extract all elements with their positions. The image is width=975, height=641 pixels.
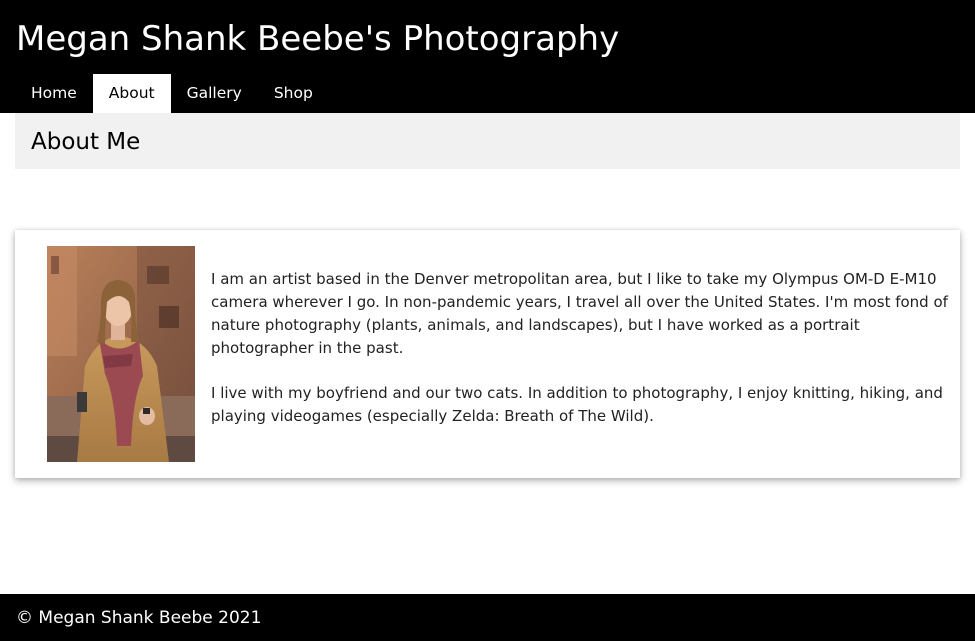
- nav-item-about[interactable]: About: [92, 74, 171, 113]
- site-header: Megan Shank Beebe's Photography Home Abo…: [0, 0, 975, 113]
- bio-paragraph: I live with my boyfriend and our two cat…: [211, 384, 943, 425]
- nav-item-shop[interactable]: Shop: [258, 74, 329, 113]
- bio-text: I am an artist based in the Denver metro…: [211, 268, 951, 450]
- main-nav: Home About Gallery Shop: [15, 74, 329, 113]
- nav-item-home[interactable]: Home: [15, 74, 93, 113]
- page-heading-bar: About Me: [15, 113, 960, 169]
- site-title: Megan Shank Beebe's Photography: [16, 19, 620, 59]
- copyright-text: © Megan Shank Beebe 2021: [16, 608, 262, 628]
- about-card: I am an artist based in the Denver metro…: [15, 230, 960, 478]
- bio-paragraph: I am an artist based in the Denver metro…: [211, 270, 948, 357]
- site-footer: © Megan Shank Beebe 2021: [0, 594, 975, 641]
- profile-photo: [47, 246, 195, 462]
- page-title: About Me: [31, 129, 141, 155]
- nav-item-gallery[interactable]: Gallery: [171, 74, 258, 113]
